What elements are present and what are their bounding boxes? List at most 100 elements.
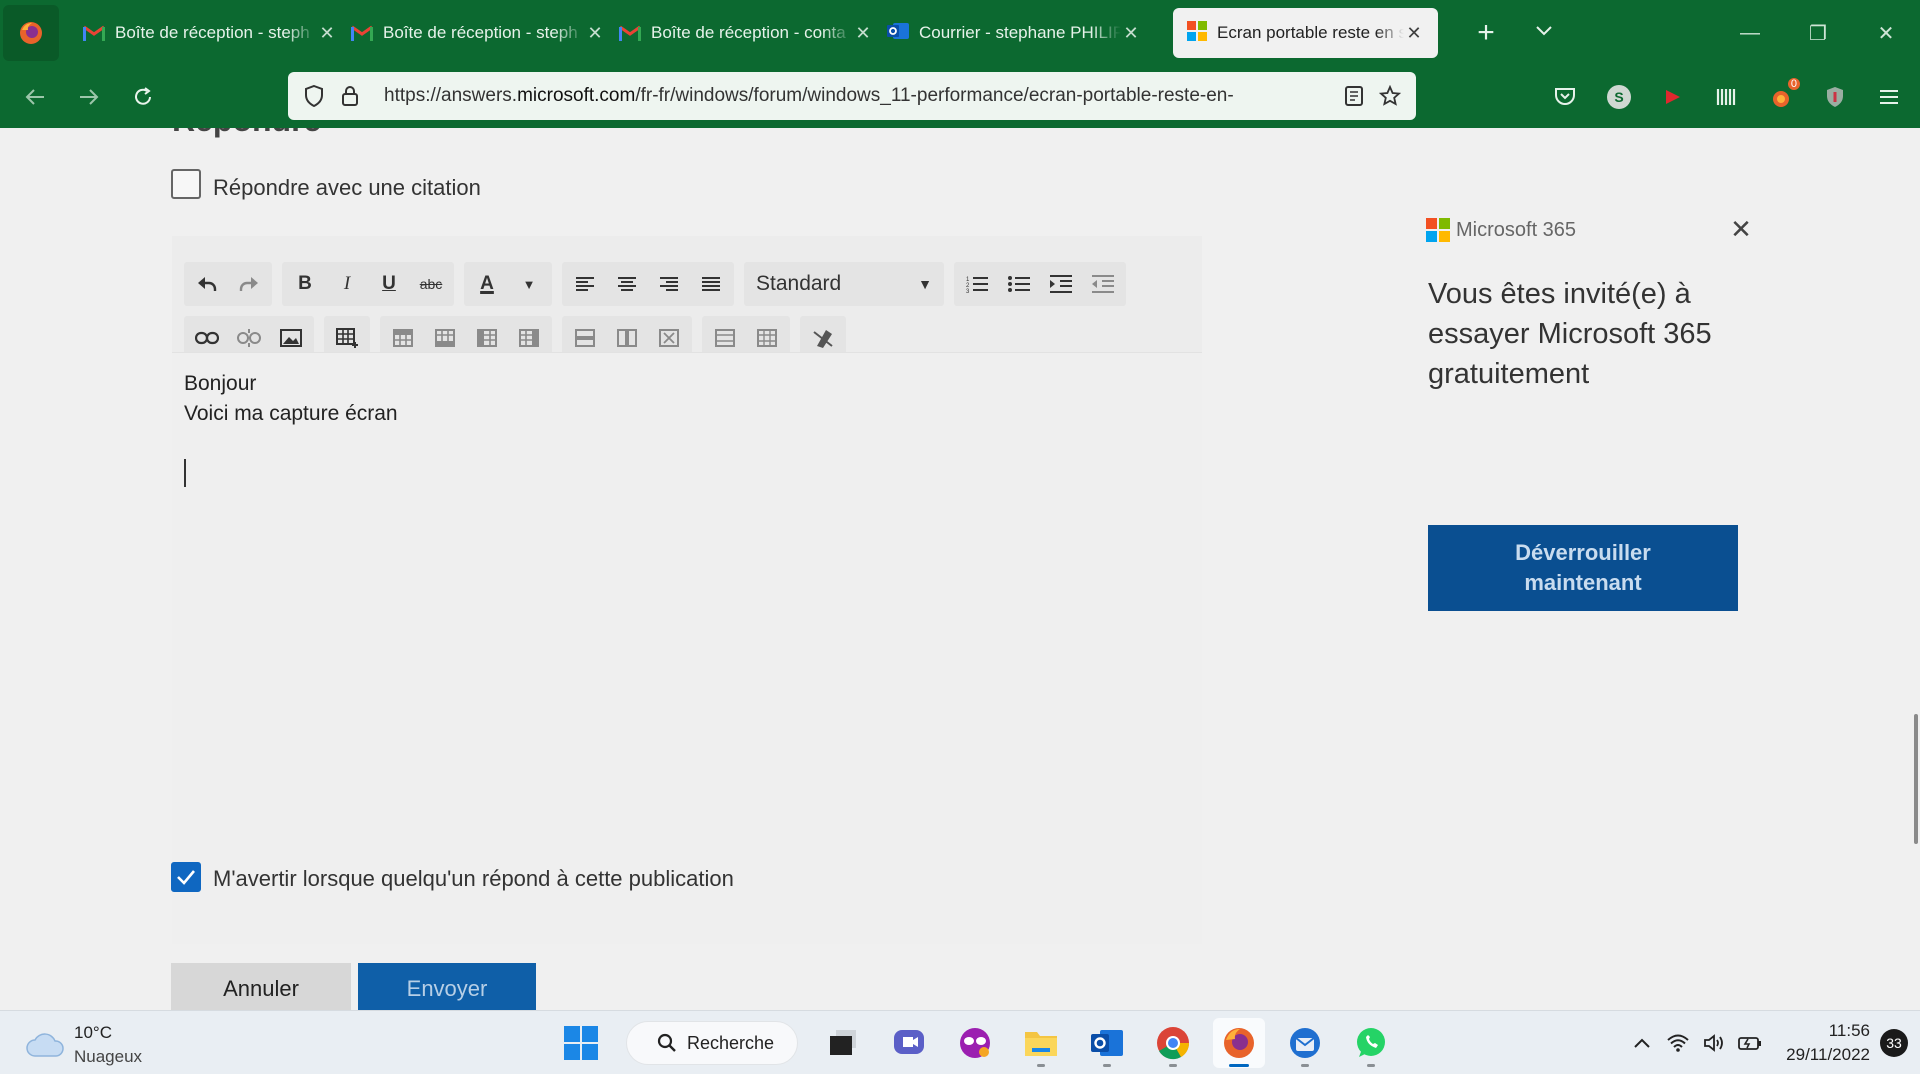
thunderbird-button[interactable] bbox=[1279, 1018, 1331, 1068]
running-indicator bbox=[1367, 1064, 1375, 1067]
align-left-icon[interactable] bbox=[564, 264, 606, 304]
bookmark-star-icon[interactable] bbox=[1372, 85, 1408, 107]
underline-button[interactable]: U bbox=[368, 264, 410, 304]
forward-button[interactable] bbox=[62, 70, 116, 124]
url-bar[interactable]: https://answers.microsoft.com/fr-fr/wind… bbox=[288, 72, 1416, 120]
account-avatar[interactable]: S bbox=[1592, 70, 1646, 124]
promo-close-icon[interactable]: ✕ bbox=[1726, 214, 1756, 245]
windows-start-icon bbox=[564, 1026, 598, 1060]
back-button[interactable] bbox=[8, 70, 62, 124]
url-prefix: https://answers. bbox=[384, 85, 518, 106]
shield-extension-icon[interactable] bbox=[1808, 70, 1862, 124]
wifi-icon[interactable] bbox=[1660, 1034, 1696, 1052]
cancel-button[interactable]: Annuler bbox=[171, 963, 351, 1010]
outlook-icon bbox=[887, 21, 909, 46]
tab-gmail-1[interactable]: Boîte de réception - steph ✕ bbox=[69, 8, 351, 58]
new-tab-button[interactable]: + bbox=[1468, 16, 1504, 50]
search-icon bbox=[657, 1033, 676, 1052]
lock-icon[interactable] bbox=[332, 86, 368, 106]
tab-list-chevron-icon[interactable] bbox=[1526, 24, 1562, 42]
tab-outlook[interactable]: Courrier - stephane PHILIP ✕ bbox=[873, 8, 1155, 58]
search-label: Recherche bbox=[687, 1032, 775, 1053]
file-explorer-button[interactable] bbox=[1015, 1018, 1067, 1068]
start-button[interactable] bbox=[555, 1018, 607, 1068]
minimize-button[interactable]: — bbox=[1716, 0, 1784, 66]
notify-checkbox[interactable] bbox=[171, 862, 201, 892]
font-color-dropdown-icon[interactable]: ▼ bbox=[508, 264, 550, 304]
url-domain: microsoft.com bbox=[517, 85, 636, 106]
tab-microsoft-answers[interactable]: Ecran portable reste en so ✕ bbox=[1173, 8, 1438, 58]
firefox-button[interactable] bbox=[1213, 1018, 1265, 1068]
weather-temp: 10°C bbox=[74, 1023, 112, 1042]
bold-button[interactable]: B bbox=[284, 264, 326, 304]
align-justify-icon[interactable] bbox=[690, 264, 732, 304]
pocket-icon[interactable] bbox=[1538, 70, 1592, 124]
chrome-button[interactable] bbox=[1147, 1018, 1199, 1068]
align-center-icon[interactable] bbox=[606, 264, 648, 304]
outlook-icon bbox=[1091, 1030, 1123, 1056]
url-text[interactable]: https://answers.microsoft.com/fr-fr/wind… bbox=[384, 85, 1334, 107]
extension-badge-icon[interactable]: 0 bbox=[1754, 70, 1808, 124]
microsoft-icon bbox=[1187, 20, 1207, 46]
reader-view-icon[interactable] bbox=[1336, 86, 1372, 106]
task-view-button[interactable] bbox=[817, 1018, 869, 1068]
editor-toolbar-row-1: B I U abc A ▼ Standard ▼ 123 bbox=[184, 262, 1136, 306]
bullet-list-icon[interactable] bbox=[998, 264, 1040, 304]
editor-body[interactable]: Bonjour Voici ma capture écran bbox=[172, 352, 1202, 944]
hamburger-menu-icon[interactable] bbox=[1862, 70, 1916, 124]
font-color-button[interactable]: A bbox=[466, 264, 508, 304]
tab-close-icon[interactable]: ✕ bbox=[585, 23, 605, 44]
send-button[interactable]: Envoyer bbox=[358, 963, 536, 1010]
tab-close-icon[interactable]: ✕ bbox=[1404, 23, 1424, 44]
weather-widget[interactable]: 10°C Nuageux bbox=[26, 1021, 142, 1069]
promo-button-line: maintenant bbox=[1524, 570, 1642, 595]
redo-button[interactable] bbox=[228, 264, 270, 304]
notify-label: M'avertir lorsque quelqu'un répond à cet… bbox=[213, 866, 734, 891]
thunderbird-icon bbox=[1290, 1028, 1320, 1058]
strikethrough-button[interactable]: abc bbox=[410, 264, 452, 304]
firefox-view-button[interactable] bbox=[3, 5, 59, 61]
outdent-icon[interactable] bbox=[1082, 264, 1124, 304]
unlock-now-button[interactable]: Déverrouiller maintenant bbox=[1428, 525, 1738, 611]
video-extension-icon[interactable] bbox=[1646, 70, 1700, 124]
tab-close-icon[interactable]: ✕ bbox=[317, 23, 337, 44]
mask-app-icon bbox=[960, 1028, 990, 1058]
tab-close-icon[interactable]: ✕ bbox=[1121, 23, 1141, 44]
format-select[interactable]: Standard ▼ bbox=[744, 262, 944, 306]
tab-gmail-3[interactable]: Boîte de réception - conta ✕ bbox=[605, 8, 887, 58]
running-indicator bbox=[1037, 1064, 1045, 1067]
undo-button[interactable] bbox=[186, 264, 228, 304]
outlook-button[interactable] bbox=[1081, 1018, 1133, 1068]
clock[interactable]: 11:56 29/11/2022 bbox=[1786, 1019, 1870, 1067]
page-scrollbar[interactable] bbox=[1914, 714, 1918, 844]
extension-badge-count: 0 bbox=[1787, 78, 1800, 90]
tab-gmail-2[interactable]: Boîte de réception - steph ✕ bbox=[337, 8, 619, 58]
align-right-icon[interactable] bbox=[648, 264, 690, 304]
numbered-list-icon[interactable]: 123 bbox=[956, 264, 998, 304]
whatsapp-button[interactable] bbox=[1345, 1018, 1397, 1068]
restore-button[interactable]: ❐ bbox=[1784, 0, 1852, 66]
chevron-up-icon[interactable] bbox=[1624, 1037, 1660, 1049]
app-mask-button[interactable] bbox=[949, 1018, 1001, 1068]
tracking-shield-icon[interactable] bbox=[296, 85, 332, 107]
taskbar-search[interactable]: Recherche bbox=[626, 1021, 798, 1065]
tab-title: Boîte de réception - steph bbox=[115, 23, 310, 42]
library-icon[interactable] bbox=[1700, 70, 1754, 124]
teams-chat-button[interactable] bbox=[883, 1018, 935, 1068]
format-select-value: Standard bbox=[756, 272, 842, 295]
indent-icon[interactable] bbox=[1040, 264, 1082, 304]
microsoft-logo: Microsoft 365 bbox=[1426, 218, 1576, 242]
reload-button[interactable] bbox=[116, 70, 170, 124]
italic-button[interactable]: I bbox=[326, 264, 368, 304]
whatsapp-icon bbox=[1357, 1028, 1385, 1057]
tab-title: Boîte de réception - steph bbox=[383, 23, 578, 42]
close-window-button[interactable]: ✕ bbox=[1852, 0, 1920, 66]
tab-close-icon[interactable]: ✕ bbox=[853, 23, 873, 44]
avatar-letter: S bbox=[1607, 85, 1631, 109]
volume-icon[interactable] bbox=[1696, 1034, 1732, 1052]
cloud-icon bbox=[26, 1033, 64, 1057]
battery-icon[interactable] bbox=[1732, 1034, 1768, 1052]
running-indicator bbox=[1301, 1064, 1309, 1067]
notification-badge[interactable]: 33 bbox=[1880, 1029, 1908, 1057]
quote-checkbox[interactable] bbox=[171, 169, 201, 199]
